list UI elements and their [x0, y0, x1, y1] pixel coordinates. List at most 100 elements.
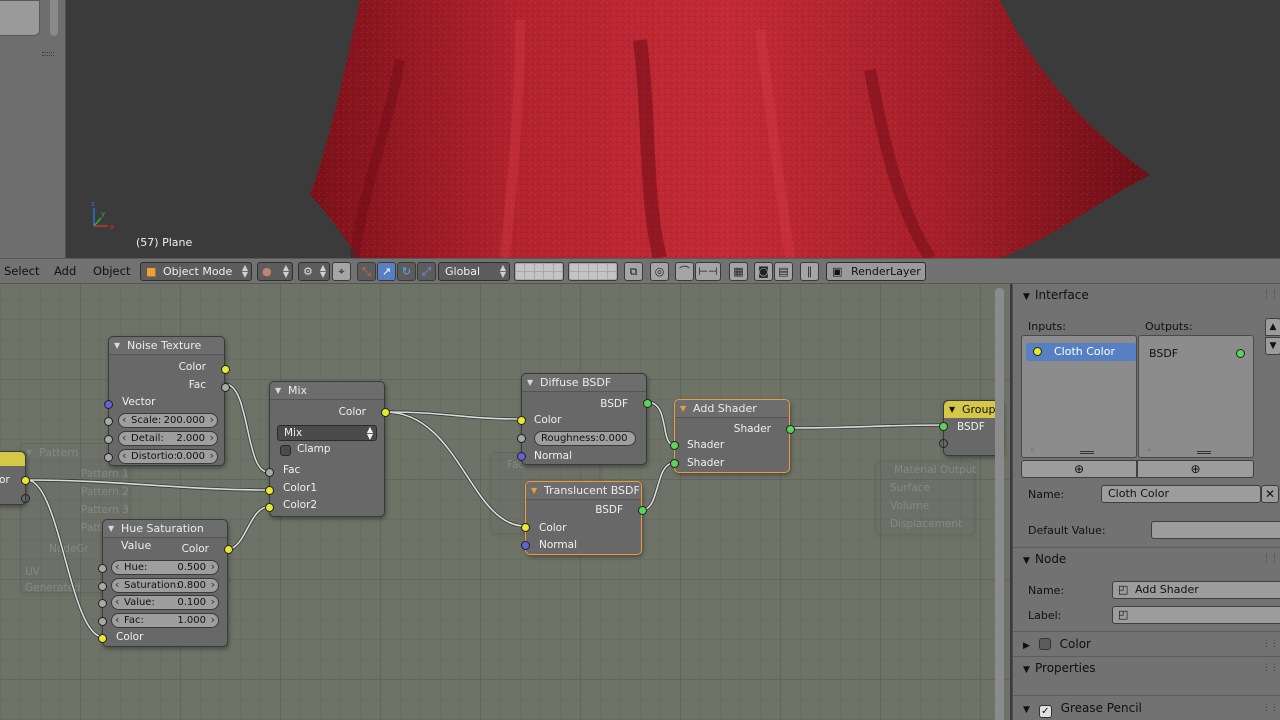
orientation-select[interactable]: Global ▲ ▼	[438, 262, 510, 281]
bsdf-input-socket[interactable]	[939, 422, 948, 431]
list-grip-icon[interactable]	[1197, 451, 1211, 454]
properties-panel-header[interactable]: ▼ Properties	[1023, 661, 1096, 675]
group-input-node[interactable]: or	[0, 451, 30, 505]
noise-texture-node[interactable]: Noise Texture Color Fac Vector Scale:200…	[104, 336, 230, 466]
node-editor-scrollbar[interactable]	[995, 288, 1004, 720]
outputs-list[interactable]: BSDF ◦	[1138, 335, 1254, 458]
3d-viewport[interactable]: x z y (57) Plane	[0, 0, 1280, 258]
inputs-list[interactable]: Cloth Color ◦	[1021, 335, 1137, 458]
translate-arrow-icon[interactable]: ↗	[377, 262, 396, 281]
remove-socket-button[interactable]: ✕	[1261, 485, 1279, 503]
interface-panel-header[interactable]: ▼ Interface	[1023, 288, 1089, 302]
drag-handle-icon[interactable]: ⋮⋮	[1262, 554, 1279, 564]
diffuse-bsdf-node[interactable]: Diffuse BSDF BSDF Color Roughness:0.000 …	[517, 373, 652, 465]
color1-input-socket[interactable]	[265, 486, 274, 495]
add-shader-node[interactable]: Add Shader Shader Shader Shader	[670, 399, 795, 473]
color2-input-socket[interactable]	[265, 503, 274, 512]
render-layer-select[interactable]: ▣ RenderLayer	[826, 262, 926, 281]
tool-shelf-grip[interactable]	[42, 52, 54, 56]
mode-select[interactable]: ■ Object Mode ▲ ▼	[140, 262, 252, 281]
shader1-input-socket[interactable]	[670, 441, 679, 450]
saturation-input-socket[interactable]	[98, 582, 107, 591]
clamp-checkbox[interactable]	[280, 445, 291, 456]
layers-grid-1[interactable]	[514, 262, 564, 281]
list-grip-icon[interactable]	[1080, 451, 1094, 454]
manipulator-icon[interactable]: ⌖	[332, 262, 351, 281]
hue-field[interactable]: Hue: 0.500	[111, 560, 219, 575]
output-item-label[interactable]: BSDF	[1149, 347, 1178, 360]
grease-pencil-panel-header[interactable]: ▼ ✓ Grease Pencil	[1023, 701, 1142, 718]
translate-manipulator-icon[interactable]: ⤡	[357, 262, 376, 281]
drag-handle-icon[interactable]: ⋮⋮	[1262, 290, 1279, 300]
hue-input-socket[interactable]	[98, 564, 107, 573]
value-field[interactable]: Value: 0.100	[111, 595, 219, 610]
color-panel-header[interactable]: ▶ Color	[1023, 637, 1091, 651]
socket-name-field[interactable]: Cloth Color	[1101, 485, 1261, 503]
shader-output-socket[interactable]	[786, 425, 795, 434]
node-editor[interactable]: Pattern Pattern 1 Pattern 2 Pattern 3 Pa…	[0, 284, 1010, 720]
color-input-socket[interactable]	[517, 416, 526, 425]
empty-input-socket[interactable]	[939, 439, 948, 448]
tool-shelf-scrollbar[interactable]	[50, 0, 58, 36]
move-down-button[interactable]: ▼	[1265, 337, 1280, 355]
move-up-button[interactable]: ▲	[1265, 318, 1280, 336]
layers-grid-2[interactable]	[568, 262, 618, 281]
color-output-socket[interactable]	[381, 408, 390, 417]
color-checkbox[interactable]	[1038, 638, 1051, 650]
menu-add[interactable]: Add	[54, 264, 76, 278]
color-output-socket[interactable]	[221, 365, 230, 374]
color-input-socket[interactable]	[521, 523, 530, 532]
fac-input-socket[interactable]	[265, 468, 274, 477]
scale-input-socket[interactable]	[104, 417, 113, 426]
rotate-icon[interactable]: ↻	[397, 262, 416, 281]
distortion-input-socket[interactable]	[104, 453, 113, 462]
vector-input-socket[interactable]	[104, 400, 113, 409]
tool-shelf[interactable]	[0, 0, 66, 258]
pause-icon[interactable]: ∥	[800, 262, 819, 281]
drag-handle-icon[interactable]: ⋮⋮	[1262, 703, 1279, 713]
clapper-icon[interactable]: ▤	[774, 262, 793, 281]
shading-select[interactable]: ● ▲ ▼	[257, 262, 293, 281]
drag-handle-icon[interactable]: ⋮⋮	[1262, 639, 1279, 649]
group-output-node[interactable]: ▼ Group BSDF	[939, 400, 1003, 456]
blend-type-dropdown[interactable]: Mix ▲ ▼	[277, 425, 377, 441]
cloth-color-output-socket[interactable]	[21, 476, 30, 485]
scale-field[interactable]: Scale:200.000	[118, 413, 218, 428]
normal-input-socket[interactable]	[521, 541, 530, 550]
node-label-field[interactable]: ◰	[1112, 606, 1280, 624]
snap-element-icon[interactable]: ⊢⊣	[695, 262, 721, 281]
snap-target-icon[interactable]: ▦	[729, 262, 748, 281]
value-input-socket[interactable]	[98, 599, 107, 608]
normal-input-socket[interactable]	[517, 452, 526, 461]
proportional-edit-icon[interactable]: ◎	[650, 262, 669, 281]
fac-output-socket[interactable]	[221, 383, 230, 392]
shader2-input-socket[interactable]	[670, 459, 679, 468]
fac-input-socket[interactable]	[98, 617, 107, 626]
detail-field[interactable]: Detail: 2.000	[118, 431, 218, 446]
tool-shelf-button[interactable]	[0, 0, 40, 36]
snap-icon[interactable]: ⌒	[675, 262, 694, 281]
grease-pencil-checkbox[interactable]: ✓	[1038, 705, 1052, 718]
color-input-socket[interactable]	[98, 634, 107, 643]
roughness-field[interactable]: Roughness:0.000	[534, 431, 636, 446]
saturation-field[interactable]: Saturation:0.800	[111, 578, 219, 593]
mix-node[interactable]: Mix Color Mix ▲▼ Clamp Fac Color1 Color2	[265, 381, 390, 517]
add-output-button[interactable]: ⊕	[1137, 460, 1254, 478]
default-value-color-field[interactable]	[1151, 521, 1280, 539]
empty-output-socket[interactable]	[21, 494, 30, 503]
roughness-input-socket[interactable]	[517, 434, 526, 443]
menu-object[interactable]: Object	[93, 264, 130, 278]
color-output-socket[interactable]	[224, 545, 233, 554]
distortion-field[interactable]: Distortio:0.000	[118, 449, 218, 464]
list-resize-icon[interactable]: ◦	[1147, 446, 1152, 455]
add-input-button[interactable]: ⊕	[1021, 460, 1137, 478]
node-name-field[interactable]: ◰ Add Shader	[1112, 581, 1280, 599]
scale-icon[interactable]: ⤢	[417, 262, 436, 281]
detail-input-socket[interactable]	[104, 435, 113, 444]
translucent-bsdf-node[interactable]: Translucent BSDF BSDF Color Normal	[521, 481, 647, 555]
fac-field[interactable]: Fac: 1.000	[111, 613, 219, 628]
menu-select[interactable]: Select	[4, 264, 39, 278]
lock-camera-icon[interactable]: ⧉	[624, 262, 643, 281]
drag-handle-icon[interactable]: ⋮⋮	[1262, 663, 1279, 673]
node-panel-header[interactable]: ▼ Node	[1023, 552, 1066, 566]
